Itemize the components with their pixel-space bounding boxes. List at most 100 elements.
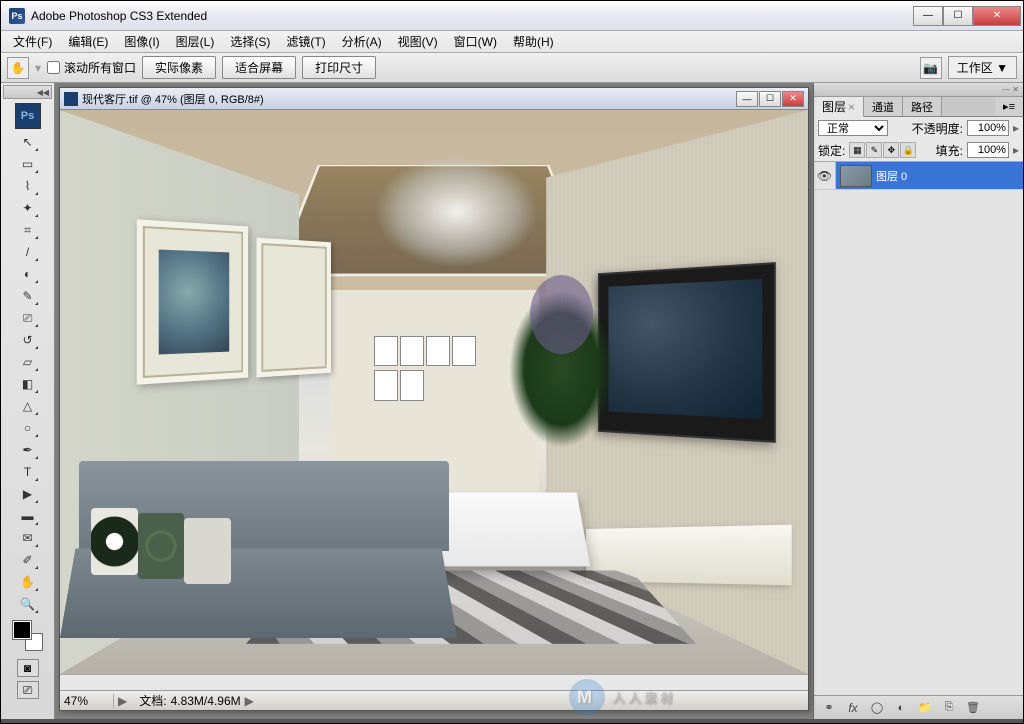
opacity-input[interactable] [967,120,1009,136]
menu-window[interactable]: 窗口(W) [446,31,505,52]
zoom-field[interactable]: 47% [60,694,114,708]
menu-image[interactable]: 图像(I) [116,31,167,52]
lock-position-icon[interactable]: ✥ [883,142,899,158]
main-area: ◀◀ Ps ↖▭⌇✦⌗/◐✎⎚↺▱◧△○✒T▶▬✉✐✋🔍 ◙ ⎚ 现代客厅.ti… [1,83,1023,719]
gradient-tool[interactable]: ◧ [16,373,40,395]
lock-pixels-icon[interactable]: ✎ [866,142,882,158]
document-title: 现代客厅.tif @ 47% (图层 0, RGB/8#) [82,91,732,107]
quick-mask-toggle[interactable]: ◙ [17,659,39,677]
doc-maximize-button[interactable]: ☐ [759,91,781,107]
document-titlebar[interactable]: 现代客厅.tif @ 47% (图层 0, RGB/8#) — ☐ ✕ [60,88,808,110]
visibility-toggle-icon[interactable]: 👁 [814,162,836,189]
hand-tool-icon[interactable]: ✋ [7,57,29,79]
fill-input[interactable] [967,142,1009,158]
layer-style-icon[interactable]: fx [844,700,862,716]
lasso-tool[interactable]: ⌇ [16,175,40,197]
canvas-area: 现代客厅.tif @ 47% (图层 0, RGB/8#) — ☐ ✕ [55,83,813,719]
link-layers-icon[interactable]: ⚭ [820,700,838,716]
panel-collapse[interactable]: — ✕ [814,83,1023,97]
layer-row[interactable]: 👁 图层 0 [814,162,1023,190]
document-icon [64,92,78,106]
menu-file[interactable]: 文件(F) [5,31,60,52]
titlebar[interactable]: Ps Adobe Photoshop CS3 Extended — ☐ ✕ [1,1,1023,31]
screen-mode-toggle[interactable]: ⎚ [17,681,39,699]
lock-all-icon[interactable]: 🔒 [900,142,916,158]
watermark: M 人人素材 [569,679,677,715]
horizontal-scrollbar[interactable] [60,674,808,690]
tab-layers[interactable]: 图层× [814,97,864,117]
menu-layer[interactable]: 图层(L) [168,31,223,52]
notes-tool[interactable]: ✉ [16,527,40,549]
foreground-color-swatch[interactable] [13,621,31,639]
app-icon: Ps [9,8,25,24]
doc-close-button[interactable]: ✕ [782,91,804,107]
document-window: 现代客厅.tif @ 47% (图层 0, RGB/8#) — ☐ ✕ [59,87,809,711]
color-swatches[interactable] [13,621,43,651]
opacity-arrow-icon[interactable]: ▸ [1013,121,1019,135]
type-tool[interactable]: T [16,461,40,483]
layer-thumbnail[interactable] [840,165,872,187]
tab-paths[interactable]: 路径 [903,97,942,116]
document-info[interactable]: 文档: 4.83M/4.96M ▶ [131,692,262,709]
delete-layer-icon[interactable]: 🗑 [964,700,982,716]
print-size-button[interactable]: 打印尺寸 [302,56,376,79]
blur-tool[interactable]: △ [16,395,40,417]
zoom-tool[interactable]: 🔍 [16,593,40,615]
panels-dock: — ✕ 图层× 通道 路径 ▸≡ 正常 不透明度: ▸ 锁定: [813,83,1023,719]
heal-tool[interactable]: ◐ [16,263,40,285]
new-layer-icon[interactable]: ⎘ [940,700,958,716]
slice-tool[interactable]: / [16,241,40,263]
layer-mask-icon[interactable]: ◯ [868,700,886,716]
toolbox: ◀◀ Ps ↖▭⌇✦⌗/◐✎⎚↺▱◧△○✒T▶▬✉✐✋🔍 ◙ ⎚ [1,83,55,719]
tab-channels[interactable]: 通道 [864,97,903,116]
minimize-button[interactable]: — [913,6,943,26]
actual-pixels-button[interactable]: 实际像素 [142,56,216,79]
menu-select[interactable]: 选择(S) [222,31,278,52]
document-canvas[interactable] [60,110,808,674]
menu-edit[interactable]: 编辑(E) [60,31,116,52]
crop-tool[interactable]: ⌗ [16,219,40,241]
eraser-tool[interactable]: ▱ [16,351,40,373]
eyedropper-tool[interactable]: ✐ [16,549,40,571]
doc-minimize-button[interactable]: — [736,91,758,107]
hand-tool[interactable]: ✋ [16,571,40,593]
app-title: Adobe Photoshop CS3 Extended [31,9,913,23]
window-bottom-border [1,719,1023,723]
pen-tool[interactable]: ✒ [16,439,40,461]
bridge-icon[interactable]: 📷 [920,57,942,79]
fill-arrow-icon[interactable]: ▸ [1013,143,1019,157]
maximize-button[interactable]: ☐ [943,6,973,26]
wand-tool[interactable]: ✦ [16,197,40,219]
scroll-all-input[interactable] [47,61,60,74]
options-divider: ▾ [35,61,41,75]
menu-filter[interactable]: 滤镜(T) [278,31,333,52]
move-tool[interactable]: ↖ [16,131,40,153]
adjustment-layer-icon[interactable]: ◐ [892,700,910,716]
layer-group-icon[interactable]: 📁 [916,700,934,716]
brush-tool[interactable]: ✎ [16,285,40,307]
menu-analysis[interactable]: 分析(A) [334,31,390,52]
status-arrow-icon[interactable]: ▶ [114,694,131,708]
opacity-label: 不透明度: [912,120,963,137]
ps-logo-icon[interactable]: Ps [15,103,41,129]
shape-tool[interactable]: ▬ [16,505,40,527]
menu-help[interactable]: 帮助(H) [505,31,562,52]
close-button[interactable]: ✕ [973,6,1021,26]
layer-name[interactable]: 图层 0 [876,168,907,184]
lock-transparency-icon[interactable]: ▦ [849,142,865,158]
dodge-tool[interactable]: ○ [16,417,40,439]
toolbox-collapse[interactable]: ◀◀ [3,85,52,99]
fit-screen-button[interactable]: 适合屏幕 [222,56,296,79]
blend-mode-select[interactable]: 正常 [818,120,888,136]
stamp-tool[interactable]: ⎚ [16,307,40,329]
path-select-tool[interactable]: ▶ [16,483,40,505]
workspace-selector[interactable]: 工作区 ▼ [948,56,1017,79]
history-brush-tool[interactable]: ↺ [16,329,40,351]
panel-menu-icon[interactable]: ▸≡ [995,97,1023,116]
menu-view[interactable]: 视图(V) [390,31,446,52]
options-bar: ✋ ▾ 滚动所有窗口 实际像素 适合屏幕 打印尺寸 📷 工作区 ▼ [1,53,1023,83]
marquee-tool[interactable]: ▭ [16,153,40,175]
app-window: Ps Adobe Photoshop CS3 Extended — ☐ ✕ 文件… [0,0,1024,724]
document-status-bar: 47% ▶ 文档: 4.83M/4.96M ▶ [60,690,808,710]
scroll-all-checkbox[interactable]: 滚动所有窗口 [47,59,136,76]
